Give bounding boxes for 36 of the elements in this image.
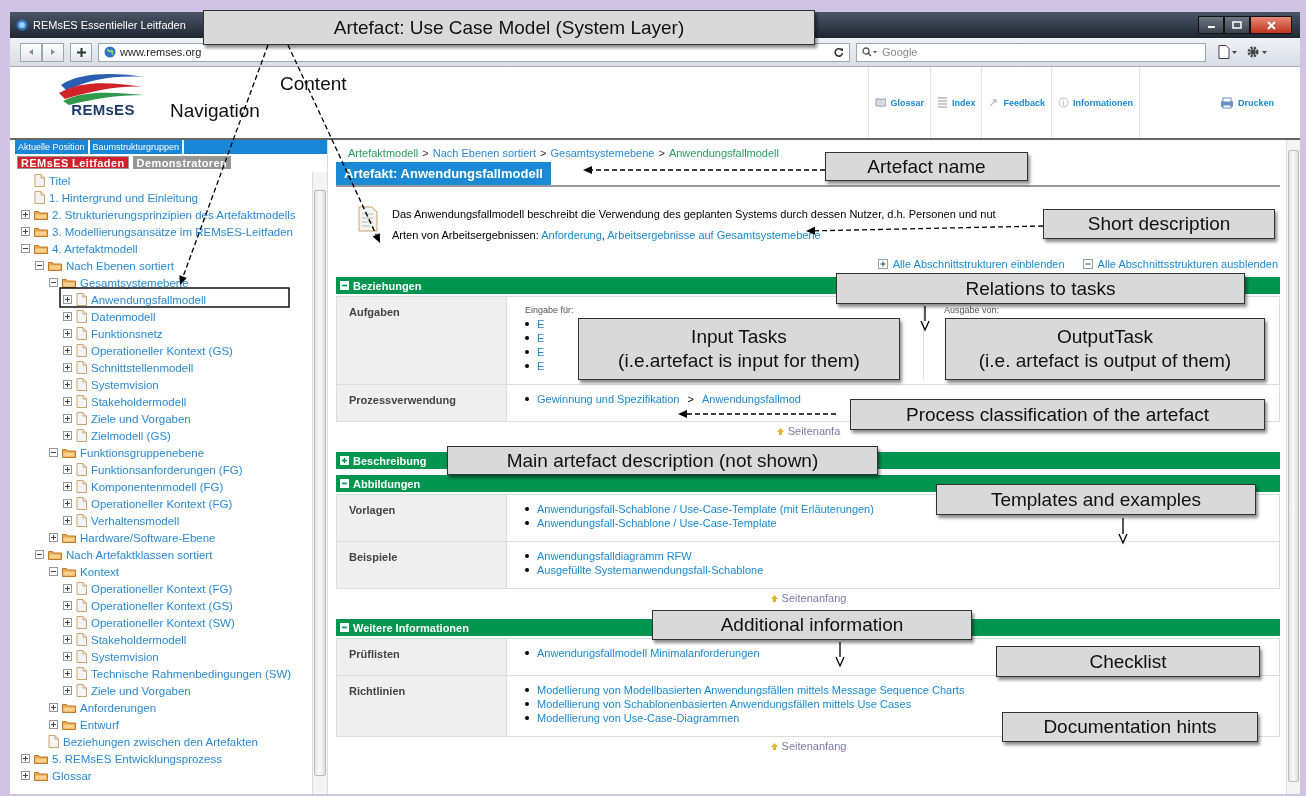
annotation-label: Content	[280, 73, 347, 95]
column-heading: Eingabe für:	[525, 304, 575, 317]
callout-tooltip: Additional information	[652, 610, 972, 640]
callout-tooltip: Relations to tasks	[836, 273, 1245, 304]
column-heading: Ausgabe von:	[944, 304, 1000, 317]
callout-tooltip: Process classification of the artefact	[850, 399, 1265, 430]
section-title: Beschreibung	[353, 454, 427, 467]
callout-tooltip: Artefact name	[825, 152, 1028, 181]
row-label: Beispiele	[336, 541, 507, 589]
callout-tooltip: Templates and examples	[936, 484, 1256, 515]
breadcrumb-separator: >	[540, 147, 547, 159]
breadcrumb-separator: >	[658, 147, 665, 159]
row-label: Richtlinien	[336, 675, 507, 737]
row-label: Prüflisten	[336, 638, 507, 676]
section-title: Beziehungen	[353, 279, 422, 292]
breadcrumb-separator: >	[422, 147, 429, 159]
artefact-title: Artefakt: Anwendungsfallmodell	[336, 162, 551, 185]
callout-tooltip: Main artefact description (not shown)	[447, 446, 878, 475]
window-title: REMsES Essentieller Leitfaden	[33, 19, 186, 31]
row-label: Aufgaben	[336, 296, 507, 385]
callout-tooltip: Documentation hints	[1002, 712, 1258, 742]
section-title: Abbildungen	[353, 477, 421, 490]
callout-tooltip: Artefact: Use Case Model (System Layer)	[203, 10, 815, 45]
row-label: Prozessverwendung	[336, 384, 507, 422]
callout-tooltip: Short description	[1043, 209, 1275, 239]
callout-tooltip: Checklist	[996, 646, 1260, 677]
path-separator: >	[687, 392, 694, 406]
types-label: Arten von Arbeitsergebnissen:	[392, 229, 540, 241]
annotation-label: Navigation	[170, 100, 260, 122]
logo-text: REMsES	[71, 101, 135, 118]
callout-tooltip: OutputTask (i.e. artefact is output of them)	[945, 318, 1265, 380]
separator-text: ,	[601, 229, 606, 241]
callout-tooltip: Input Tasks (i.e.artefact is input for them)	[578, 318, 900, 380]
section-title: Weitere Informationen	[353, 621, 469, 634]
description-text: Das Anwendungsfallmodell beschreibt die Verwendung des geplanten Systems durch dessen Nutzer, d.h. Personen und nut	[392, 207, 996, 222]
row-label: Vorlagen	[336, 494, 507, 542]
